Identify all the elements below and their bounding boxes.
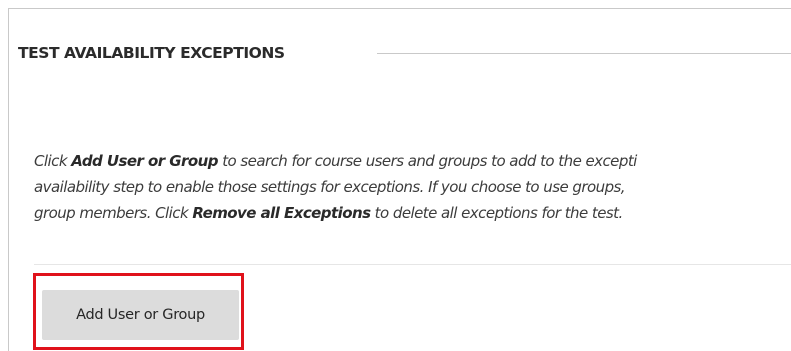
instructions-line-1-suffix: to search for course users and groups to… <box>217 152 637 170</box>
instructions-text: Click Add User or Group to search for co… <box>34 148 791 226</box>
remove-all-exceptions-emphasis: Remove all Exceptions <box>192 204 371 222</box>
instructions-line-1: Click Add User or Group to search for co… <box>34 148 791 174</box>
add-user-or-group-emphasis: Add User or Group <box>71 152 218 170</box>
section-heading: TEST AVAILABILITY EXCEPTIONS <box>18 42 791 64</box>
content-divider <box>34 264 791 265</box>
instructions-line-3: group members. Click Remove all Exceptio… <box>34 200 791 226</box>
instructions-line-3-prefix: group members. Click <box>34 204 193 222</box>
add-user-or-group-button[interactable]: Add User or Group <box>42 290 239 340</box>
heading-divider <box>377 53 791 54</box>
fieldset-top-border <box>8 8 791 9</box>
section-title: TEST AVAILABILITY EXCEPTIONS <box>18 44 285 62</box>
instructions-line-1-prefix: Click <box>34 152 72 170</box>
instructions-line-2: availability step to enable those settin… <box>34 178 626 196</box>
fieldset-left-border <box>8 8 9 351</box>
instructions-line-3-suffix: to delete all exceptions for the test. <box>370 204 624 222</box>
